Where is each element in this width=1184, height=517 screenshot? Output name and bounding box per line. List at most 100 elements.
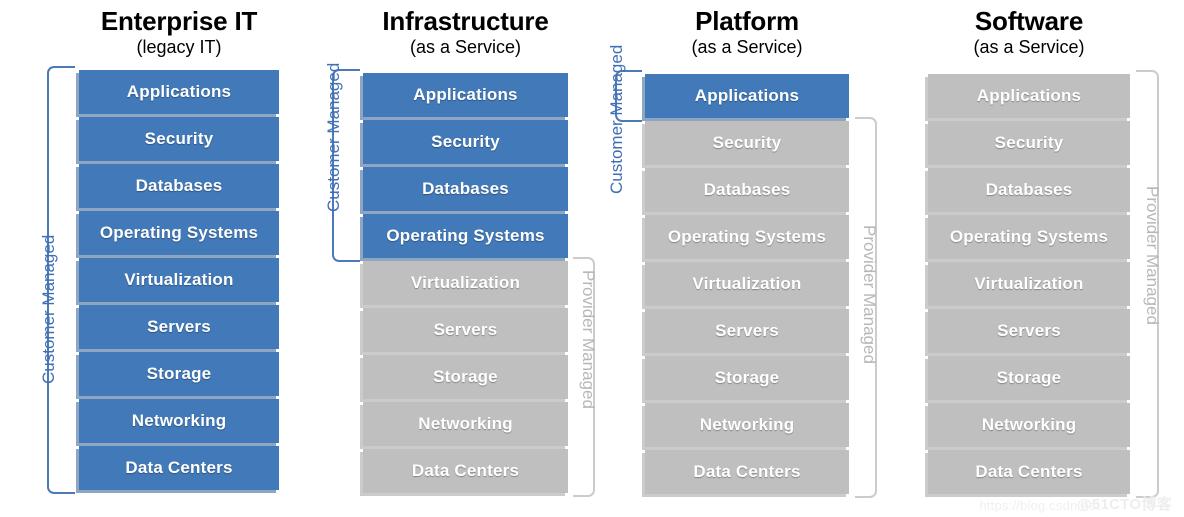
layer-label: Applications bbox=[413, 85, 518, 104]
layer-label: Servers bbox=[997, 321, 1061, 340]
column-title-sub: (legacy IT) bbox=[136, 37, 222, 57]
layer-box: Networking bbox=[79, 399, 279, 443]
layer-label: Operating Systems bbox=[99, 223, 259, 242]
layer-label: Servers bbox=[433, 320, 498, 339]
layer-label: Databases bbox=[135, 176, 223, 195]
layer-box: Databases bbox=[645, 168, 849, 212]
layer-box: Operating Systems bbox=[363, 214, 568, 258]
column-title-sub: (as a Service) bbox=[973, 37, 1085, 57]
layer-label: Data Centers bbox=[125, 458, 233, 477]
layer-box: Virtualization bbox=[645, 262, 849, 306]
layer-box: Databases bbox=[928, 168, 1130, 212]
provider-managed-label-software-as-a-service: Provider Managed bbox=[1143, 186, 1162, 325]
layer-box: Applications bbox=[363, 73, 568, 117]
layer-label: Networking bbox=[699, 415, 795, 434]
layer-label: Storage bbox=[714, 368, 780, 387]
layer-box: Networking bbox=[363, 402, 568, 446]
provider-managed-label-platform-as-a-service: Provider Managed bbox=[860, 225, 879, 364]
layer-box: Operating Systems bbox=[645, 215, 849, 259]
customer-managed-label-infrastructure-as-a-service: Customer Managed bbox=[324, 62, 343, 212]
layer-box: Networking bbox=[645, 403, 849, 447]
customer-managed-label-enterprise-it: Customer Managed bbox=[39, 234, 58, 384]
layer-box: Applications bbox=[79, 70, 279, 114]
column-title-software-as-a-service: Software (as a Service) bbox=[928, 6, 1130, 58]
layer-box: Networking bbox=[928, 403, 1130, 447]
layer-label: Storage bbox=[433, 367, 498, 386]
column-title-main: Software bbox=[974, 6, 1084, 36]
layer-box: Operating Systems bbox=[928, 215, 1130, 259]
layer-label: Operating Systems bbox=[667, 227, 827, 246]
column-title-enterprise-it: Enterprise IT (legacy IT) bbox=[79, 6, 279, 58]
layer-box: Virtualization bbox=[79, 258, 279, 302]
column-enterprise-it: Enterprise IT (legacy IT) Applications Secu… bbox=[79, 0, 279, 517]
cloud-service-models-diagram: Enterprise IT (legacy IT) Applications Secu… bbox=[0, 0, 1184, 517]
layer-label: Storage bbox=[996, 368, 1062, 387]
layer-label: Databases bbox=[703, 180, 791, 199]
layer-stack-enterprise-it: Applications Security Databases Operating S… bbox=[79, 70, 279, 493]
column-title-main: Enterprise IT bbox=[100, 6, 258, 36]
layer-stack-software-as-a-service: Applications Security Databases Operating S… bbox=[928, 74, 1130, 497]
column-platform-as-a-service: Platform (as a Service) Applications Securi… bbox=[645, 0, 849, 517]
layer-label: Virtualization bbox=[410, 273, 521, 292]
layer-box: Data Centers bbox=[645, 450, 849, 494]
layer-label: Networking bbox=[418, 414, 513, 433]
layer-label: Databases bbox=[422, 179, 509, 198]
layer-box: Applications bbox=[645, 74, 849, 118]
layer-stack-platform-as-a-service: Applications Security Databases Operating S… bbox=[645, 74, 849, 497]
layer-stack-infrastructure-as-a-service: Applications Security Databases Operating S… bbox=[363, 73, 568, 496]
layer-label: Operating Systems bbox=[949, 227, 1109, 246]
column-software-as-a-service: Software (as a Service) Applications Securi… bbox=[928, 0, 1130, 517]
layer-label: Data Centers bbox=[693, 462, 801, 481]
layer-box: Servers bbox=[363, 308, 568, 352]
layer-box: Storage bbox=[928, 356, 1130, 400]
layer-label: Security bbox=[144, 129, 214, 148]
layer-box: Servers bbox=[928, 309, 1130, 353]
layer-label: Applications bbox=[126, 82, 232, 101]
column-title-main: Platform bbox=[695, 6, 799, 36]
layer-label: Virtualization bbox=[974, 274, 1084, 293]
layer-label: Data Centers bbox=[975, 462, 1083, 481]
layer-label: Storage bbox=[146, 364, 212, 383]
layer-box: Security bbox=[363, 120, 568, 164]
column-title-infrastructure-as-a-service: Infrastructure (as a Service) bbox=[363, 6, 568, 58]
layer-label: Data Centers bbox=[411, 461, 520, 480]
layer-box: Storage bbox=[645, 356, 849, 400]
layer-box: Storage bbox=[363, 355, 568, 399]
layer-box: Virtualization bbox=[928, 262, 1130, 306]
layer-box: Data Centers bbox=[363, 449, 568, 493]
layer-label: Servers bbox=[715, 321, 779, 340]
layer-label: Databases bbox=[985, 180, 1073, 199]
layer-label: Operating Systems bbox=[386, 226, 545, 245]
layer-label: Applications bbox=[976, 86, 1082, 105]
layer-box: Servers bbox=[645, 309, 849, 353]
layer-box: Storage bbox=[79, 352, 279, 396]
column-infrastructure-as-a-service: Infrastructure (as a Service) Applications… bbox=[363, 0, 568, 517]
layer-label: Security bbox=[431, 132, 500, 151]
layer-box: Virtualization bbox=[363, 261, 568, 305]
column-title-sub: (as a Service) bbox=[409, 37, 522, 57]
layer-label: Networking bbox=[131, 411, 227, 430]
layer-label: Virtualization bbox=[692, 274, 802, 293]
layer-box: Data Centers bbox=[79, 446, 279, 490]
layer-label: Servers bbox=[147, 317, 211, 336]
layer-box: Security bbox=[79, 117, 279, 161]
provider-managed-label-infrastructure-as-a-service: Provider Managed bbox=[579, 270, 598, 409]
layer-label: Security bbox=[712, 133, 782, 152]
layer-label: Networking bbox=[981, 415, 1077, 434]
layer-box: Security bbox=[928, 121, 1130, 165]
layer-box: Security bbox=[645, 121, 849, 165]
column-title-sub: (as a Service) bbox=[691, 37, 803, 57]
column-title-main: Infrastructure bbox=[382, 6, 549, 36]
layer-box: Servers bbox=[79, 305, 279, 349]
layer-box: Databases bbox=[79, 164, 279, 208]
layer-box: Applications bbox=[928, 74, 1130, 118]
column-title-platform-as-a-service: Platform (as a Service) bbox=[645, 6, 849, 58]
customer-managed-label-platform-as-a-service: Customer Managed bbox=[607, 44, 626, 194]
watermark-brand: @51CTO博客 bbox=[1076, 496, 1172, 513]
layer-box: Operating Systems bbox=[79, 211, 279, 255]
layer-box: Databases bbox=[363, 167, 568, 211]
layer-box: Data Centers bbox=[928, 450, 1130, 494]
layer-label: Security bbox=[994, 133, 1064, 152]
layer-label: Applications bbox=[694, 86, 800, 105]
layer-label: Virtualization bbox=[124, 270, 234, 289]
